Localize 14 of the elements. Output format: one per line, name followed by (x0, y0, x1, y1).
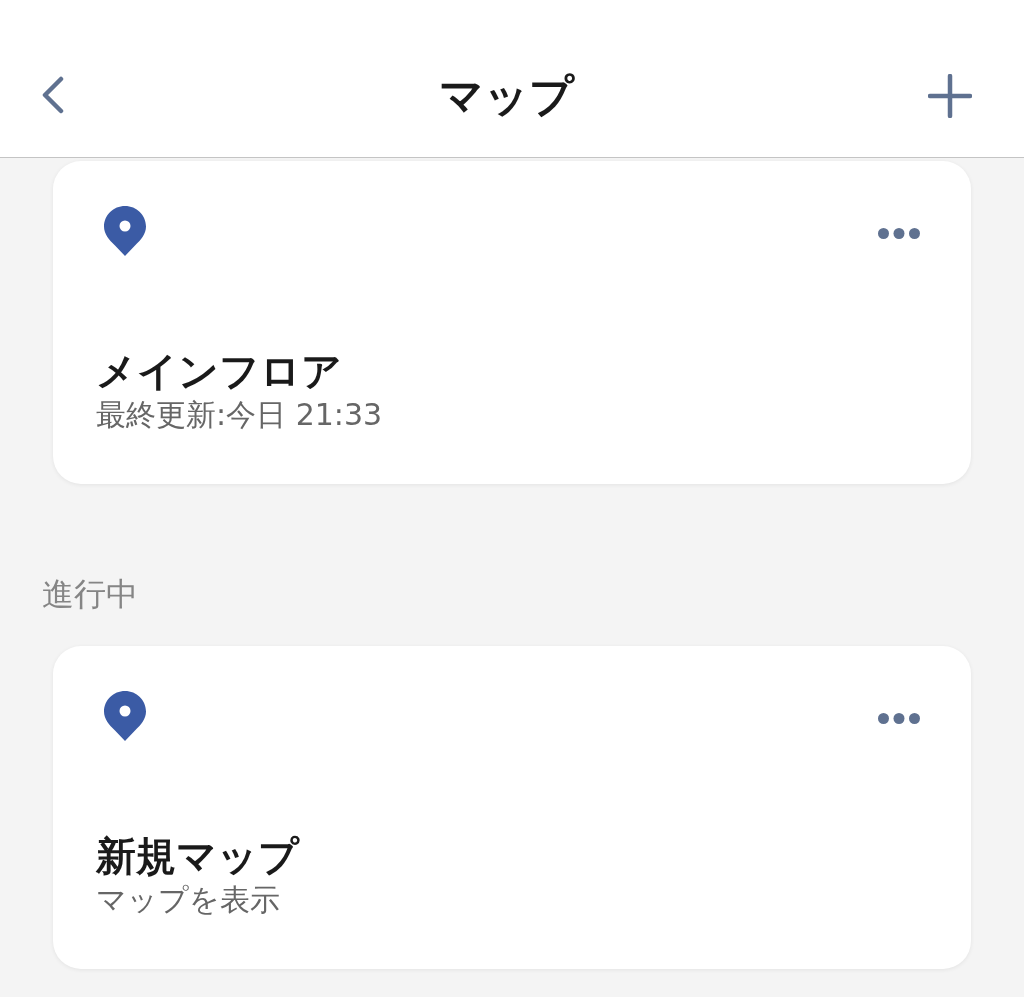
map-title: 新規マップ (96, 832, 299, 881)
back-icon[interactable] (40, 76, 66, 114)
map-pin-icon (104, 206, 146, 256)
map-subtitle: 最終更新:今日 21:33 (96, 396, 383, 434)
more-options-icon[interactable] (878, 712, 920, 724)
more-options-icon[interactable] (878, 227, 920, 239)
map-pin-icon (104, 691, 146, 741)
page-title: マップ (438, 69, 574, 123)
map-card[interactable]: 新規マップ マップを表示 (53, 646, 971, 969)
add-icon[interactable] (928, 74, 972, 118)
map-card[interactable]: メインフロア 最終更新:今日 21:33 (53, 161, 971, 484)
section-heading: 進行中 (42, 574, 138, 614)
map-subtitle: マップを表示 (96, 881, 280, 919)
map-title: メインフロア (96, 347, 342, 396)
